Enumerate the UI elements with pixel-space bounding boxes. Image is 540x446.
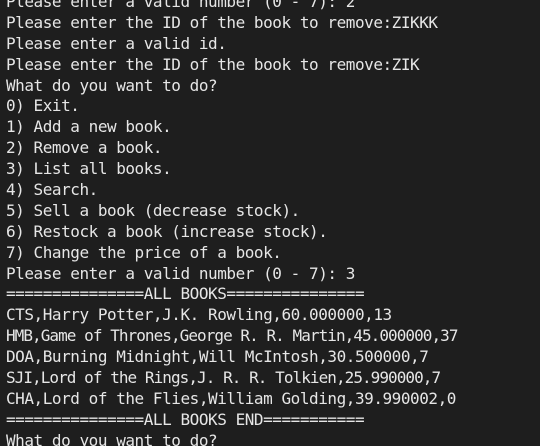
terminal-window[interactable]: Please enter a valid number (0 - 7): 2 P… xyxy=(0,0,540,446)
terminal-line: Please enter the ID of the book to remov… xyxy=(6,12,438,32)
terminal-line: What do you want to do? xyxy=(6,430,218,446)
menu-option: 0) Exit. xyxy=(6,96,80,116)
terminal-line: What do you want to do? xyxy=(6,75,218,95)
book-record: CTS,Harry Potter,J.K. Rowling,60.000000,… xyxy=(6,305,392,325)
menu-option: 4) Search. xyxy=(6,180,98,200)
book-record: CHA,Lord of the Flies,William Golding,39… xyxy=(6,388,456,408)
book-record: HMB,Game of Thrones,George R. R. Martin,… xyxy=(6,326,458,346)
menu-option: 3) List all books. xyxy=(6,159,172,179)
book-record: SJI,Lord of the Rings,J. R. R. Tolkien,2… xyxy=(6,368,441,388)
books-footer: ===============ALL BOOKS END=========== xyxy=(6,409,365,429)
terminal-line: Please enter a valid number (0 - 7): 3 xyxy=(6,263,355,283)
menu-option: 6) Restock a book (increase stock). xyxy=(6,221,328,241)
menu-option: 7) Change the price of a book. xyxy=(6,242,282,262)
menu-option: 2) Remove a book. xyxy=(6,138,163,158)
books-header: ===============ALL BOOKS=============== xyxy=(6,284,365,304)
menu-option: 5) Sell a book (decrease stock). xyxy=(6,200,300,220)
terminal-output: Please enter a valid number (0 - 7): 2 P… xyxy=(6,0,540,446)
menu-option: 1) Add a new book. xyxy=(6,117,172,137)
terminal-line: Please enter a valid id. xyxy=(6,33,227,53)
book-record: DOA,Burning Midnight,Will McIntosh,30.50… xyxy=(6,347,429,367)
terminal-line: Please enter the ID of the book to remov… xyxy=(6,54,420,74)
terminal-line: Please enter a valid number (0 - 7): 2 xyxy=(6,0,355,11)
